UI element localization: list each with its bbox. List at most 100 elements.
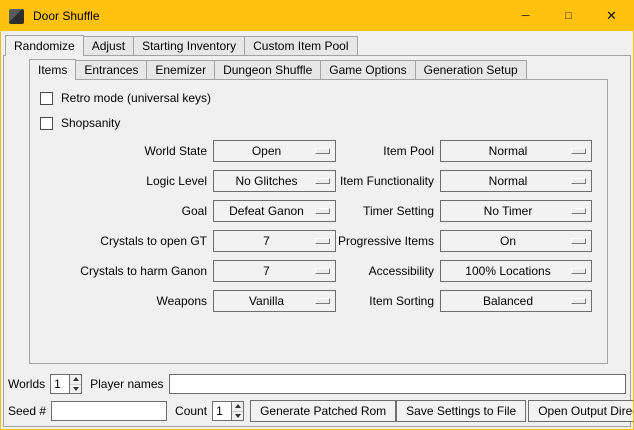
arrow-up-icon	[235, 404, 241, 408]
open-output-directory-button[interactable]: Open Output Directory	[528, 400, 634, 422]
worlds-input[interactable]	[51, 375, 69, 393]
dropdown-item-pool[interactable]: Normal	[440, 140, 592, 162]
dropdown-indicator-icon	[315, 268, 330, 274]
item-sorting-label: Item Sorting	[336, 294, 434, 308]
options-row: Goal Defeat Ganon Timer Setting No Timer	[40, 200, 607, 222]
window: Door Shuffle ─ □ ✕ Randomize Adjust Star…	[0, 0, 634, 430]
options-row: Crystals to harm Ganon 7 Accessibility 1…	[40, 260, 607, 282]
titlebar: Door Shuffle ─ □ ✕	[1, 1, 633, 31]
spinner-arrows	[231, 402, 243, 420]
item-functionality-label: Item Functionality	[336, 174, 434, 188]
player-names-input[interactable]	[169, 374, 627, 394]
checkbox-label: Retro mode (universal keys)	[61, 91, 211, 105]
count-spin-up-button[interactable]	[232, 402, 243, 411]
checkbox-icon[interactable]	[40, 92, 53, 105]
dropdown-world-state[interactable]: Open	[213, 140, 336, 162]
dropdown-indicator-icon	[315, 178, 330, 184]
dropdown-indicator-icon	[571, 208, 586, 214]
timer-setting-label: Timer Setting	[336, 204, 434, 218]
count-label: Count	[175, 404, 207, 418]
window-controls: ─ □ ✕	[504, 1, 633, 31]
dropdown-item-functionality[interactable]: Normal	[440, 170, 592, 192]
count-spin-down-button[interactable]	[232, 411, 243, 421]
dropdown-value: No Timer	[484, 204, 549, 218]
worlds-spin-down-button[interactable]	[70, 384, 81, 394]
dropdown-value: On	[500, 234, 532, 248]
goal-label: Goal	[40, 204, 207, 218]
dropdown-accessibility[interactable]: 100% Locations	[440, 260, 592, 282]
crystals-open-gt-label: Crystals to open GT	[40, 234, 207, 248]
weapons-label: Weapons	[40, 294, 207, 308]
count-input[interactable]	[213, 402, 231, 420]
outer-tab-strip: Randomize Adjust Starting Inventory Cust…	[5, 34, 358, 55]
dropdown-indicator-icon	[571, 178, 586, 184]
arrow-down-icon	[73, 387, 79, 391]
count-spinbox[interactable]	[212, 401, 244, 421]
spinner-arrows	[69, 375, 81, 393]
tab-items[interactable]: Items	[29, 59, 76, 80]
tab-game-options[interactable]: Game Options	[320, 60, 415, 79]
options-row: World State Open Item Pool Normal	[40, 140, 607, 162]
dropdown-value: 7	[263, 234, 286, 248]
dropdown-goal[interactable]: Defeat Ganon	[213, 200, 336, 222]
tab-dungeon-shuffle[interactable]: Dungeon Shuffle	[214, 60, 321, 79]
dropdown-indicator-icon	[315, 148, 330, 154]
dropdown-timer-setting[interactable]: No Timer	[440, 200, 592, 222]
tab-entrances[interactable]: Entrances	[75, 60, 147, 79]
minimize-button[interactable]: ─	[504, 1, 547, 31]
maximize-button[interactable]: □	[547, 1, 590, 31]
save-settings-button[interactable]: Save Settings to File	[396, 400, 526, 422]
dropdown-progressive-items[interactable]: On	[440, 230, 592, 252]
dropdown-crystals-harm-ganon[interactable]: 7	[213, 260, 336, 282]
tab-adjust[interactable]: Adjust	[83, 36, 134, 55]
worlds-spinbox[interactable]	[50, 374, 82, 394]
dropdown-logic-level[interactable]: No Glitches	[213, 170, 336, 192]
options-row: Logic Level No Glitches Item Functionali…	[40, 170, 607, 192]
tab-custom-item-pool[interactable]: Custom Item Pool	[244, 36, 357, 55]
tab-generation-setup[interactable]: Generation Setup	[415, 60, 527, 79]
options-row: Weapons Vanilla Item Sorting Balanced	[40, 290, 607, 312]
seed-input[interactable]	[51, 401, 167, 421]
inner-tab-strip: Items Entrances Enemizer Dungeon Shuffle…	[29, 58, 527, 79]
seed-row: Seed # Count Generate Patched Rom Save S…	[8, 399, 626, 423]
dropdown-item-sorting[interactable]: Balanced	[440, 290, 592, 312]
tab-enemizer[interactable]: Enemizer	[146, 60, 215, 79]
dropdown-value: Balanced	[483, 294, 549, 308]
dropdown-value: Defeat Ganon	[229, 204, 320, 218]
arrow-down-icon	[235, 414, 241, 418]
window-title: Door Shuffle	[33, 9, 100, 23]
accessibility-label: Accessibility	[336, 264, 434, 278]
dropdown-indicator-icon	[571, 148, 586, 154]
crystals-harm-ganon-label: Crystals to harm Ganon	[40, 264, 207, 278]
world-state-label: World State	[40, 144, 207, 158]
dropdown-indicator-icon	[571, 238, 586, 244]
dropdown-indicator-icon	[315, 238, 330, 244]
dropdown-indicator-icon	[571, 268, 586, 274]
checkbox-label: Shopsanity	[61, 116, 120, 130]
player-names-label: Player names	[90, 377, 163, 391]
dropdown-value: No Glitches	[235, 174, 313, 188]
dropdown-value: Normal	[489, 174, 544, 188]
progressive-items-label: Progressive Items	[336, 234, 434, 248]
tab-randomize[interactable]: Randomize	[5, 35, 84, 56]
worlds-row: Worlds Player names	[8, 373, 626, 395]
dropdown-indicator-icon	[571, 298, 586, 304]
dropdown-value: Normal	[489, 144, 544, 158]
checkbox-icon[interactable]	[40, 117, 53, 130]
seed-label: Seed #	[8, 404, 46, 418]
shopsanity-checkbox[interactable]: Shopsanity	[40, 115, 607, 131]
dropdown-value: 100% Locations	[465, 264, 566, 278]
close-button[interactable]: ✕	[590, 1, 633, 31]
dropdown-crystals-open-gt[interactable]: 7	[213, 230, 336, 252]
dropdown-value: Vanilla	[249, 294, 300, 308]
tab-starting-inventory[interactable]: Starting Inventory	[133, 36, 245, 55]
dropdown-weapons[interactable]: Vanilla	[213, 290, 336, 312]
options-row: Crystals to open GT 7 Progressive Items …	[40, 230, 607, 252]
retro-mode-checkbox[interactable]: Retro mode (universal keys)	[40, 90, 607, 106]
dropdown-value: 7	[263, 264, 286, 278]
dropdown-indicator-icon	[315, 208, 330, 214]
worlds-spin-up-button[interactable]	[70, 375, 81, 384]
generate-patched-rom-button[interactable]: Generate Patched Rom	[250, 400, 396, 422]
app-icon	[9, 9, 24, 24]
dropdown-indicator-icon	[315, 298, 330, 304]
